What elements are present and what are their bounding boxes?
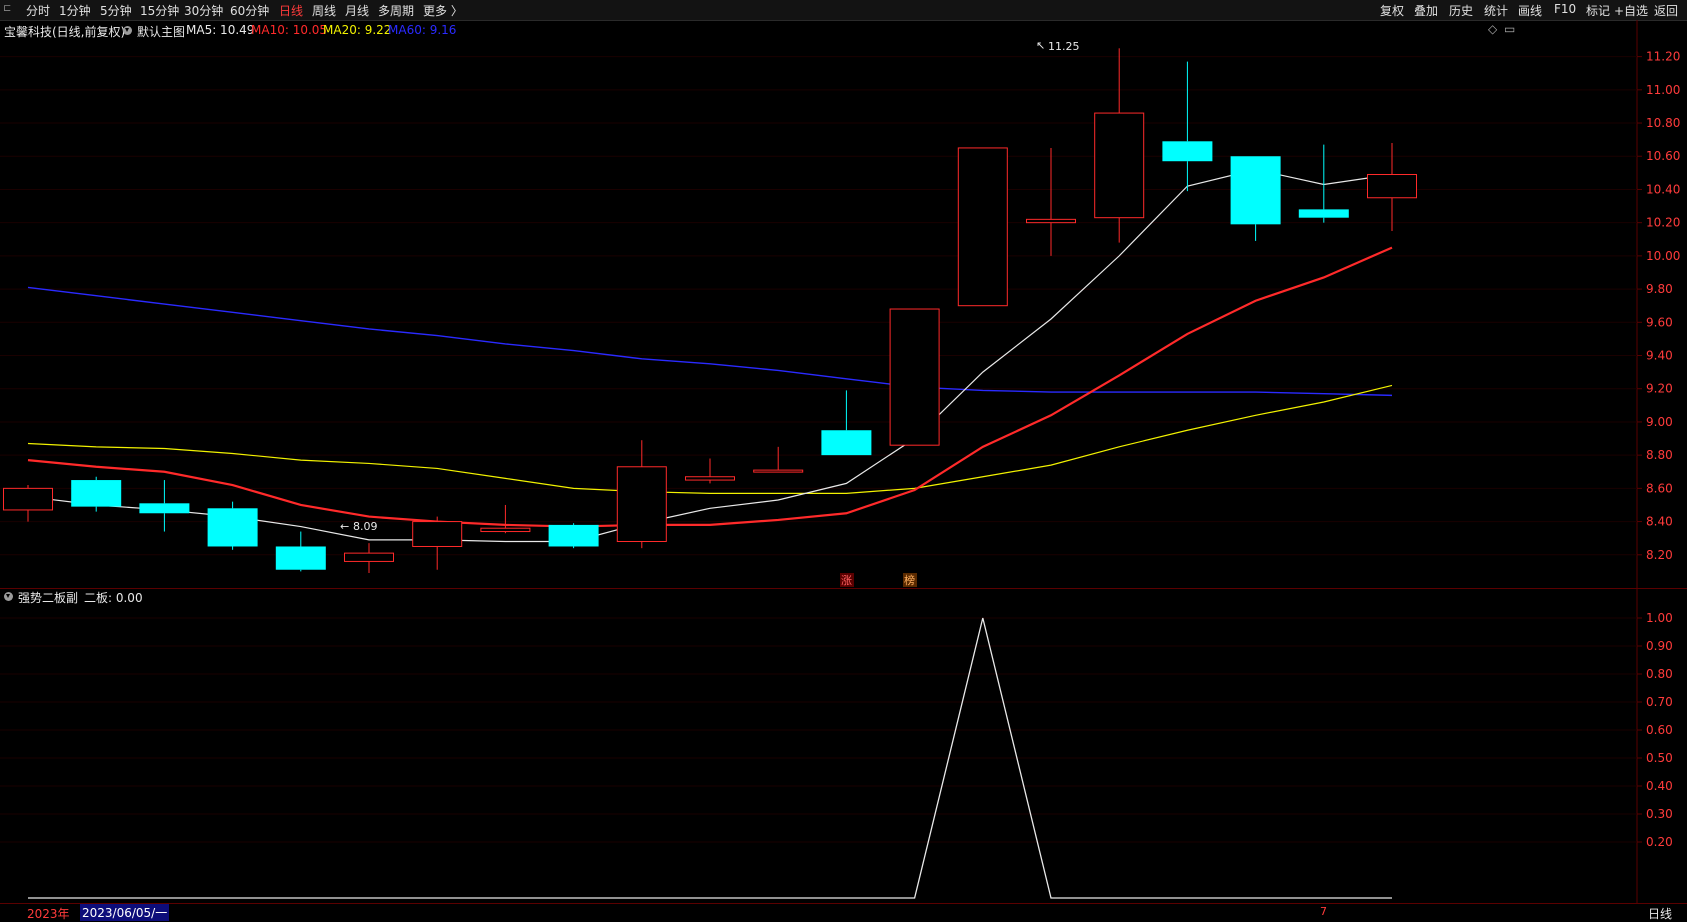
candle-body xyxy=(139,503,190,514)
date-bar: 2023年 2023/06/05/一 7 日线 xyxy=(0,904,1687,922)
candle-body xyxy=(616,466,667,543)
low-annotation: 8.09 xyxy=(353,520,378,533)
sub-axis-label: 0.40 xyxy=(1646,779,1673,793)
price-axis-label: 8.60 xyxy=(1646,481,1673,495)
price-axis-label: 10.40 xyxy=(1646,182,1680,196)
sub-axis-label: 0.70 xyxy=(1646,695,1673,709)
price-axis-label: 9.60 xyxy=(1646,315,1673,329)
sub-axis-label: 0.50 xyxy=(1646,751,1673,765)
date-cursor-label: 2023/06/05/一 xyxy=(80,904,170,921)
sub-axis-label: 1.00 xyxy=(1646,611,1673,625)
price-axis-label: 9.80 xyxy=(1646,282,1673,296)
price-axis-label: 11.00 xyxy=(1646,83,1680,97)
price-axis-label: 9.00 xyxy=(1646,415,1673,429)
price-axis-label: 8.40 xyxy=(1646,515,1673,529)
sub-axis-label: 0.20 xyxy=(1646,835,1673,849)
candle-body xyxy=(412,521,463,547)
low-arrow-icon: ← xyxy=(340,520,349,533)
candle-body xyxy=(889,308,940,446)
candle-body xyxy=(548,524,599,547)
sub-axis-label: 0.60 xyxy=(1646,723,1673,737)
sub-indicator-value: 二板: 0.00 xyxy=(84,591,143,605)
price-axis-label: 11.20 xyxy=(1646,50,1680,64)
price-axis-label: 8.20 xyxy=(1646,548,1673,562)
candle-body xyxy=(1298,209,1349,218)
sub-axis-label: 0.90 xyxy=(1646,639,1673,653)
period-label[interactable]: 日线 xyxy=(1648,905,1672,922)
sub-axis-label: 0.80 xyxy=(1646,667,1673,681)
date-tick-mark: 7 xyxy=(1320,905,1327,918)
candle-body xyxy=(480,527,531,533)
sub-axis-label: 0.30 xyxy=(1646,807,1673,821)
candle-body xyxy=(1026,218,1076,224)
sub-indicator-name[interactable]: 强势二板副 xyxy=(18,589,78,606)
sub-indicator-toggle-icon[interactable] xyxy=(4,592,13,601)
candle-body xyxy=(1162,141,1213,162)
ma60-line xyxy=(27,286,1393,397)
candle-body xyxy=(821,430,872,456)
candle-body xyxy=(1094,112,1145,219)
candle-body xyxy=(753,469,804,473)
candle-body xyxy=(1367,174,1417,199)
kline-chart[interactable]: 11.20 11.00 10.80 10.60 10.40 10.20 10.00 9.80 9… xyxy=(0,0,1687,904)
candle-body xyxy=(71,480,122,507)
candle-body xyxy=(957,147,1008,307)
high-annotation: 11.25 xyxy=(1048,40,1080,53)
price-axis-label: 10.20 xyxy=(1646,216,1680,230)
candle-body xyxy=(3,487,53,511)
year-label: 2023年 xyxy=(27,907,70,921)
price-axis-label: 10.00 xyxy=(1646,249,1680,263)
candle-body xyxy=(275,546,326,570)
price-axis-label: 9.20 xyxy=(1646,382,1673,396)
price-axis-label: 8.80 xyxy=(1646,448,1673,462)
candle-body xyxy=(685,476,735,481)
candle-body xyxy=(1230,156,1281,225)
high-arrow-icon: ↖ xyxy=(1036,39,1045,52)
event-marker-limit-up[interactable]: 涨 xyxy=(841,574,852,587)
candle-body xyxy=(207,508,258,547)
price-axis-label: 10.60 xyxy=(1646,149,1680,163)
candle-body xyxy=(344,552,394,562)
event-marker-rank[interactable]: 榜 xyxy=(904,573,915,587)
price-axis-label: 10.80 xyxy=(1646,116,1680,130)
price-axis-label: 9.40 xyxy=(1646,349,1673,363)
